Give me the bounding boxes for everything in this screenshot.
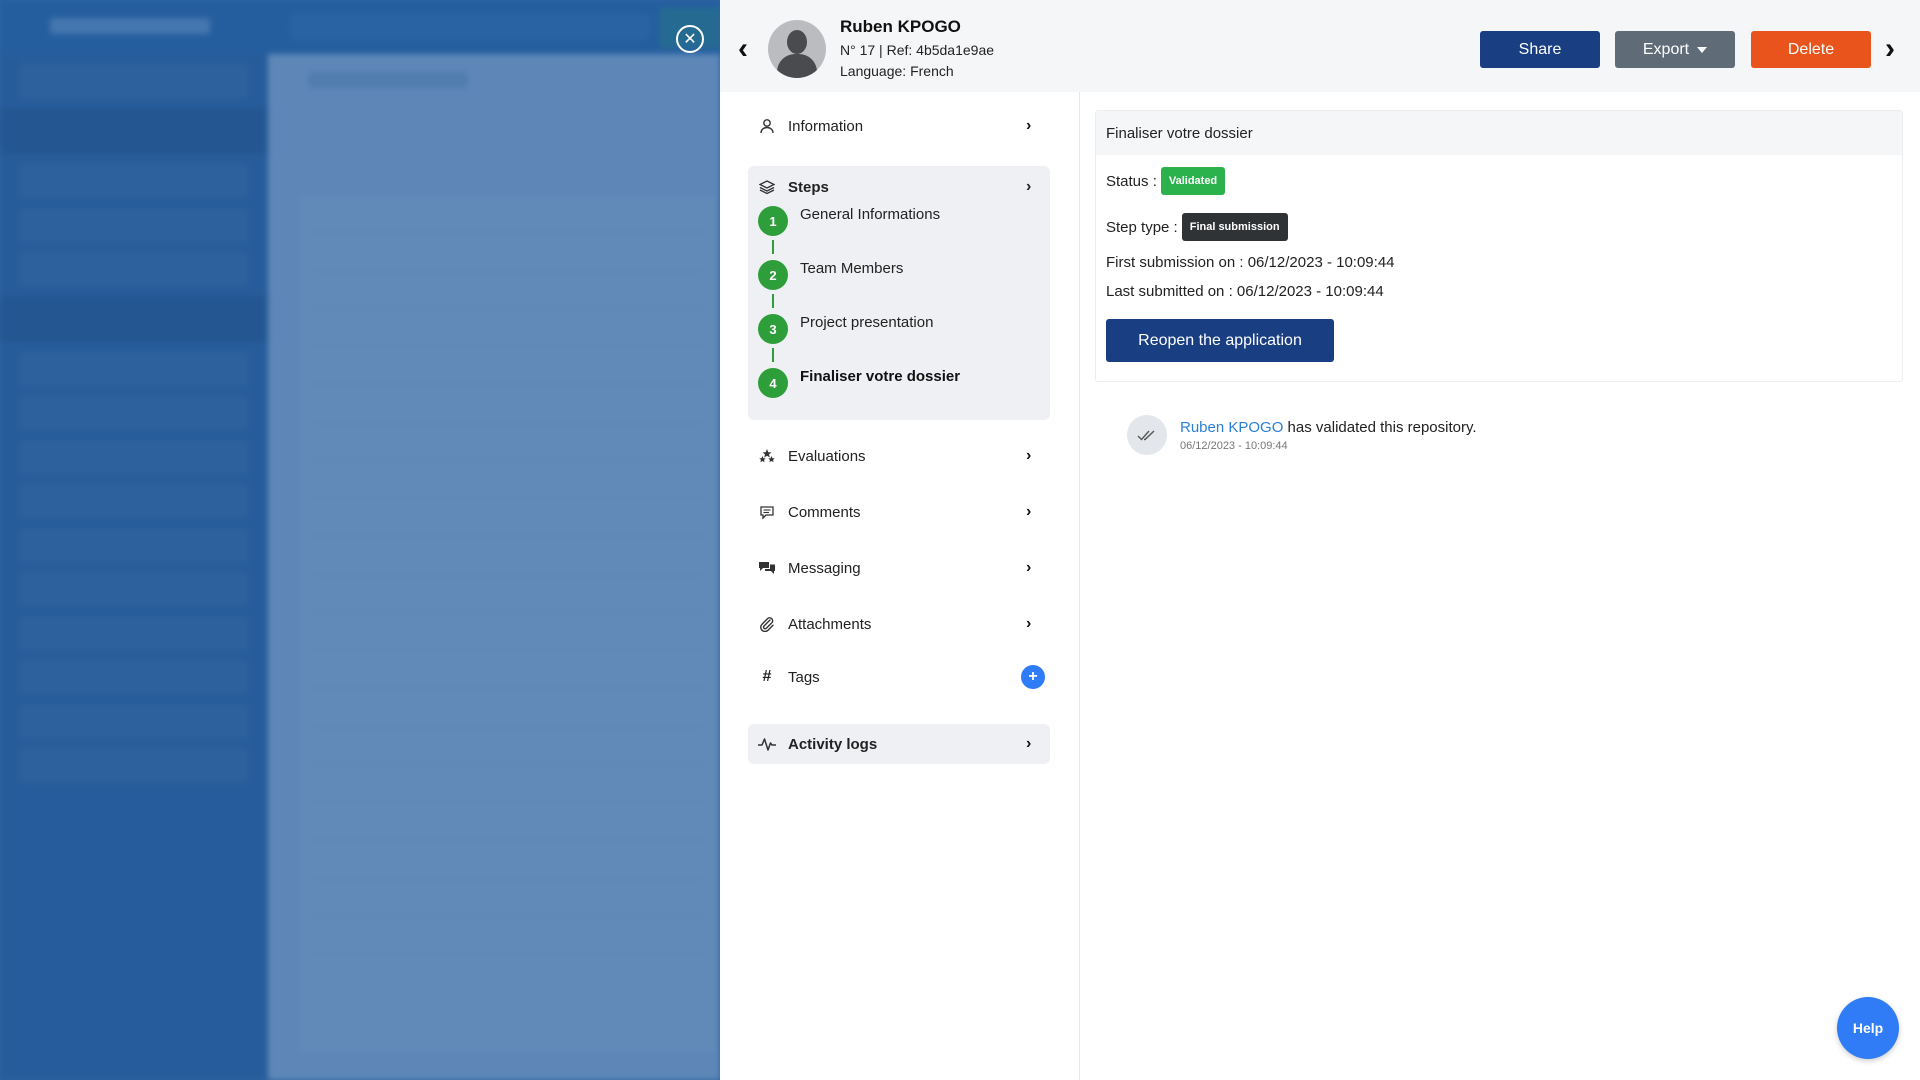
stars-icon xyxy=(756,448,778,464)
drawer-navigation: Information › Steps › 1 General Informat… xyxy=(720,92,1080,1080)
avatar xyxy=(768,20,826,78)
export-button-label: Export xyxy=(1642,40,1690,58)
close-icon: ✕ xyxy=(683,31,697,48)
menu-item-label: Attachments xyxy=(788,615,872,633)
previous-record-button[interactable]: ‹ xyxy=(738,34,758,64)
step-connector xyxy=(772,240,774,254)
step-item[interactable]: 2 Team Members xyxy=(758,260,903,290)
chevron-left-icon: ‹ xyxy=(738,32,748,65)
chevron-right-icon: › xyxy=(1026,503,1032,520)
step-number: 1 xyxy=(758,206,788,236)
activity-text: Ruben KPOGO has validated this repositor… xyxy=(1180,415,1477,455)
step-type-label: Step type : xyxy=(1106,218,1178,236)
step-number: 4 xyxy=(758,368,788,398)
menu-item-steps[interactable]: Steps › xyxy=(748,172,1050,202)
step-number: 2 xyxy=(758,260,788,290)
share-button[interactable]: Share xyxy=(1480,31,1600,68)
step-label: Project presentation xyxy=(800,314,934,331)
plus-icon: + xyxy=(1028,668,1038,685)
activity-entry: Ruben KPOGO has validated this repositor… xyxy=(1127,415,1477,455)
step-item[interactable]: 1 General Informations xyxy=(758,206,940,236)
help-button[interactable]: Help xyxy=(1837,997,1899,1059)
close-drawer-button[interactable]: ✕ xyxy=(676,25,704,53)
delete-button[interactable]: Delete xyxy=(1751,31,1871,68)
status-badge: Validated xyxy=(1160,167,1226,195)
drawer-header: ‹ Ruben KPOGO N° 17 | Ref: 4b5da1e9ae La… xyxy=(720,0,1920,92)
menu-item-label: Evaluations xyxy=(788,447,866,465)
chevron-right-icon: › xyxy=(1026,615,1032,632)
last-submitted: Last submitted on : 06/12/2023 - 10:09:4… xyxy=(1106,283,1384,300)
delete-button-label: Delete xyxy=(1787,40,1835,58)
step-type-row: Step type : Final submission xyxy=(1106,213,1288,241)
status-label: Status : xyxy=(1106,172,1157,190)
menu-item-attachments[interactable]: Attachments › xyxy=(748,604,1050,644)
step-connector xyxy=(772,348,774,362)
step-connector xyxy=(772,294,774,308)
step-item[interactable]: 3 Project presentation xyxy=(758,314,933,344)
reopen-button-label: Reopen the application xyxy=(1138,331,1302,349)
activity-message: Ruben KPOGO has validated this repositor… xyxy=(1180,419,1477,436)
steps-panel: Steps › 1 General Informations 2 Team Me… xyxy=(748,166,1050,420)
chevron-right-icon: › xyxy=(1026,178,1032,195)
hashtag-icon: # xyxy=(762,668,772,685)
first-submission: First submission on : 06/12/2023 - 10:09… xyxy=(1106,254,1395,271)
menu-item-label: Messaging xyxy=(788,559,861,577)
share-button-label: Share xyxy=(1518,40,1562,58)
messages-icon xyxy=(756,560,778,576)
menu-item-label: Tags xyxy=(788,668,820,686)
menu-item-label: Comments xyxy=(788,503,861,521)
layers-icon xyxy=(756,179,778,195)
applicant-language: Language: French xyxy=(840,63,954,79)
menu-item-evaluations[interactable]: Evaluations › xyxy=(748,436,1050,476)
menu-item-label: Information xyxy=(788,117,864,135)
chevron-right-icon: › xyxy=(1026,117,1032,134)
caret-down-icon xyxy=(1697,46,1708,53)
menu-item-tags: # Tags + xyxy=(748,657,1050,697)
comment-icon xyxy=(756,504,778,520)
help-button-label: Help xyxy=(1852,1020,1884,1036)
activity-user-link[interactable]: Ruben KPOGO xyxy=(1180,419,1283,436)
user-icon xyxy=(756,118,778,134)
step-label: Finaliser votre dossier xyxy=(800,368,961,385)
add-tag-button[interactable]: + xyxy=(1021,665,1045,689)
menu-item-comments[interactable]: Comments › xyxy=(748,492,1050,532)
step-detail-card: Finaliser votre dossier Status : Validat… xyxy=(1095,110,1903,382)
applicant-reference: N° 17 | Ref: 4b5da1e9ae xyxy=(840,42,995,58)
application-drawer: ‹ Ruben KPOGO N° 17 | Ref: 4b5da1e9ae La… xyxy=(720,0,1920,1080)
step-label: Team Members xyxy=(800,260,904,277)
menu-item-activity-logs[interactable]: Activity logs › xyxy=(748,724,1050,764)
chevron-right-icon: › xyxy=(1026,735,1032,752)
step-number: 3 xyxy=(758,314,788,344)
menu-item-messaging[interactable]: Messaging › xyxy=(748,548,1050,588)
double-check-icon xyxy=(1127,415,1167,455)
paperclip-icon xyxy=(756,616,778,632)
step-detail-title: Finaliser votre dossier xyxy=(1096,111,1902,155)
activity-timestamp: 06/12/2023 - 10:09:44 xyxy=(1180,440,1288,452)
menu-item-label: Activity logs xyxy=(788,735,878,753)
reopen-application-button[interactable]: Reopen the application xyxy=(1106,319,1334,362)
step-item-current[interactable]: 4 Finaliser votre dossier xyxy=(758,368,960,398)
activity-action: has validated this repository. xyxy=(1283,419,1477,436)
next-record-button[interactable]: › xyxy=(1885,34,1905,64)
activity-icon xyxy=(756,736,778,752)
chevron-right-icon: › xyxy=(1026,447,1032,464)
chevron-right-icon: › xyxy=(1885,32,1895,65)
modal-backdrop[interactable] xyxy=(0,0,720,1080)
applicant-name: Ruben KPOGO xyxy=(840,17,961,36)
status-row: Status : Validated xyxy=(1106,167,1226,195)
step-type-badge: Final submission xyxy=(1181,213,1288,241)
export-dropdown-button[interactable]: Export xyxy=(1615,31,1735,68)
step-label: General Informations xyxy=(800,206,941,223)
menu-item-label: Steps xyxy=(788,178,829,196)
chevron-right-icon: › xyxy=(1026,559,1032,576)
menu-item-information[interactable]: Information › xyxy=(748,106,1050,146)
